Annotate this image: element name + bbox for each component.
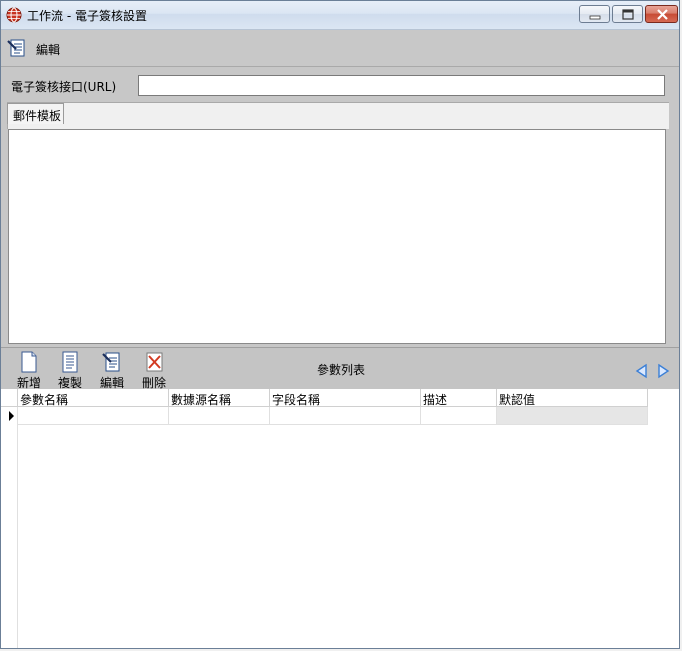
tab-mail-template[interactable]: 郵件模板 [7, 103, 64, 124]
minimize-button[interactable] [579, 5, 610, 23]
url-input[interactable] [138, 75, 665, 96]
param-grid[interactable]: 參數名稱 數據源名稱 字段名稱 描述 默認值 [1, 389, 679, 648]
main-toolbar: 編輯 [1, 30, 679, 67]
column-header-description[interactable]: 描述 [421, 389, 497, 407]
param-edit-button[interactable]: 編輯 [97, 351, 127, 390]
copy-document-icon [60, 351, 80, 373]
previous-arrow-icon[interactable] [634, 363, 648, 379]
close-button[interactable] [645, 5, 678, 23]
new-document-icon [19, 351, 39, 373]
delete-button[interactable]: 刪除 [139, 351, 169, 390]
table-cell[interactable] [421, 407, 497, 425]
window-title: 工作流 - 電子簽核設置 [27, 9, 147, 23]
next-arrow-icon[interactable] [657, 363, 671, 379]
delete-icon [144, 351, 164, 373]
edit-label: 編輯 [36, 43, 61, 57]
url-row: 電子簽核接口(URL) [1, 67, 679, 101]
table-cell[interactable] [270, 407, 421, 425]
splitter[interactable] [669, 102, 679, 347]
row-header-column [1, 389, 18, 648]
copy-button[interactable]: 複製 [55, 351, 85, 390]
table-cell[interactable] [169, 407, 270, 425]
tab-strip [7, 102, 679, 129]
close-icon [657, 9, 668, 20]
document-edit-icon [102, 351, 122, 373]
main-window: 工作流 - 電子簽核設置 編輯 電子簽核接口(URL) 郵件模板 新增 複製 編… [0, 0, 680, 649]
add-button[interactable]: 新增 [14, 351, 44, 390]
tab-label: 郵件模板 [13, 109, 62, 123]
param-list-title: 參數列表 [317, 363, 366, 377]
url-label: 電子簽核接口(URL) [11, 80, 117, 94]
restore-icon [622, 9, 634, 20]
mail-template-editor[interactable] [8, 129, 666, 344]
document-edit-icon [7, 38, 27, 58]
title-bar[interactable]: 工作流 - 電子簽核設置 [1, 1, 679, 30]
column-header-datasource[interactable]: 數據源名稱 [169, 389, 270, 407]
table-cell[interactable] [18, 407, 169, 425]
current-row-indicator-icon [1, 407, 17, 425]
maximize-button[interactable] [612, 5, 643, 23]
globe-icon [6, 7, 22, 23]
minimize-icon [589, 15, 601, 20]
param-toolbar: 新增 複製 編輯 刪除 參數列表 [1, 347, 679, 390]
column-header-default-value[interactable]: 默認值 [497, 389, 648, 407]
column-header-param-name[interactable]: 參數名稱 [18, 389, 169, 407]
column-header-field-name[interactable]: 字段名稱 [270, 389, 421, 407]
table-cell[interactable] [497, 407, 648, 425]
grid-corner [1, 389, 18, 407]
